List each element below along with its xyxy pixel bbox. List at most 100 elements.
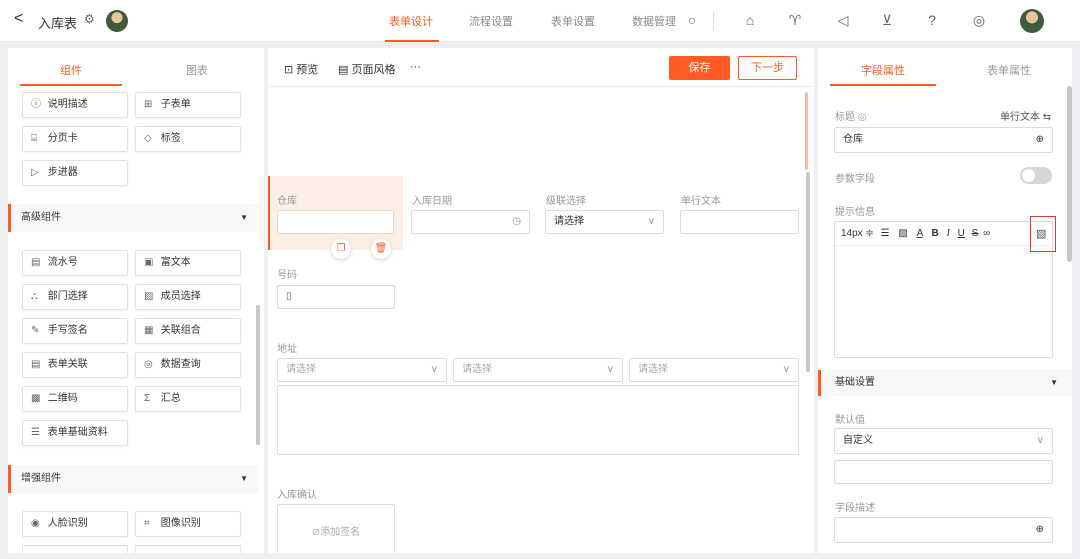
address-province-select[interactable]: 请选择 ∨ [277, 358, 447, 382]
cascade-value: 请选择 [554, 216, 584, 227]
section-title: 增强组件 [21, 473, 61, 484]
italic-icon[interactable]: I [947, 228, 950, 239]
save-button[interactable]: 保存 [669, 56, 730, 80]
comp-stepper[interactable]: ▷ 步进器 [22, 160, 128, 186]
comp-subform[interactable]: ⊞ 子表单 [135, 92, 241, 118]
comp-summary[interactable]: Σ 汇总 [135, 386, 241, 412]
richtext-icon: ▣ [144, 257, 154, 268]
comp-label: 数据查询 [160, 359, 201, 370]
copy-icon[interactable]: ❐ [331, 239, 351, 259]
tab-charts[interactable]: 图表 [174, 62, 220, 78]
text-input[interactable] [680, 210, 799, 234]
next-step-button[interactable]: 下一步 [738, 56, 797, 80]
tab-form-props[interactable]: 表单属性 [984, 62, 1034, 78]
tab-form-settings[interactable]: 表单设置 [551, 13, 595, 29]
field-desc-input[interactable]: ⊕ [834, 517, 1053, 543]
page-style-button[interactable]: ▤ 页面风格 [338, 61, 395, 77]
comp-basic-data[interactable]: ☰ 表单基础资料 [22, 420, 128, 446]
default-value-select[interactable]: 自定义 ∨ [834, 428, 1053, 454]
section-advanced[interactable]: 高级组件 ▼ [8, 204, 258, 232]
back-icon[interactable]: < [14, 10, 23, 28]
left-scrollbar[interactable] [256, 305, 260, 445]
title-input[interactable]: 仓库 ⊕ [834, 127, 1053, 153]
comp-richtext[interactable]: ▣ 富文本 [135, 250, 241, 276]
home-icon[interactable]: ⌂ [741, 11, 759, 29]
delete-icon[interactable]: 🗑 [371, 239, 391, 259]
canvas-toolbar-divider [268, 86, 814, 87]
org-icon: ⛬ [31, 291, 38, 302]
strike-icon[interactable]: S [972, 228, 979, 239]
section-title: 基础设置 [835, 377, 875, 388]
search-icon[interactable]: ○ [683, 11, 701, 29]
align-icon[interactable]: ☰ [881, 228, 890, 239]
globe-icon[interactable]: ⊕ [1036, 518, 1044, 542]
param-toggle[interactable] [1020, 167, 1052, 184]
right-scrollbar[interactable] [1067, 86, 1072, 262]
gear-icon[interactable]: ◎ [970, 11, 988, 29]
comp-member[interactable]: ▨ 成员选择 [135, 284, 241, 310]
avatar[interactable] [106, 10, 128, 32]
megaphone-icon[interactable]: ◁ [834, 11, 852, 29]
comp-label: 步进器 [47, 167, 78, 178]
title-label-text: 标题 [835, 112, 855, 123]
font-color-icon[interactable]: A [917, 228, 923, 239]
comp-qrcode[interactable]: ▩ 二维码 [22, 386, 128, 412]
underline-icon[interactable]: U [958, 228, 965, 239]
section-enhanced[interactable]: 增强组件 ▼ [8, 465, 258, 493]
comp-label: 说明描述 [47, 99, 88, 110]
address-city-select[interactable]: 请选择 ∨ [453, 358, 623, 382]
bold-icon[interactable]: B [932, 228, 939, 239]
add-signature-label: ⊘添加签名 [311, 527, 361, 538]
comp-image-recog[interactable]: ⌗ 图像识别 [135, 511, 241, 537]
comp-tag[interactable]: ◇ 标签 [135, 126, 241, 152]
tab-data-manage[interactable]: 数据管理 [632, 13, 676, 29]
globe-icon[interactable]: ⊕ [1036, 128, 1044, 152]
preview-button[interactable]: ⊡ 预览 [284, 61, 318, 77]
comp-description[interactable]: ⓘ 说明描述 [22, 92, 128, 118]
comp-data-query[interactable]: ◎ 数据查询 [135, 352, 241, 378]
link-icon[interactable]: ∞ [983, 228, 990, 239]
download-icon[interactable]: ⊻ [878, 11, 896, 29]
section-title: 高级组件 [21, 212, 61, 223]
address-detail-textarea[interactable] [277, 385, 799, 455]
code-input[interactable]: ▯ [277, 285, 395, 309]
date-input[interactable]: ◷ [411, 210, 530, 234]
comp-label: 成员选择 [160, 291, 201, 302]
qrcode-icon: ▩ [31, 393, 41, 404]
cascade-select[interactable]: 请选择 ∨ [545, 210, 664, 234]
comp-tabs[interactable]: ⌸ 分页卡 [22, 126, 128, 152]
shirt-icon[interactable]: ♈ [786, 11, 804, 29]
tab-form-design[interactable]: 表单设计 [389, 13, 433, 29]
tab-field-props[interactable]: 字段属性 [858, 62, 908, 78]
comp-face[interactable]: ◉ 人脸识别 [22, 511, 128, 537]
comp-signature[interactable]: ✎ 手写签名 [22, 318, 128, 344]
section-basic-settings[interactable]: 基础设置 ▼ [818, 370, 1072, 396]
signature-pad[interactable]: ⊘添加签名 [277, 504, 395, 553]
image-icon[interactable]: ▧ [1036, 227, 1046, 240]
comp-partial [22, 545, 128, 553]
comp-label: 部门选择 [47, 291, 88, 302]
tab-components[interactable]: 组件 [48, 62, 94, 78]
font-size-select[interactable]: 14px ≑ [841, 228, 874, 239]
tab-process[interactable]: 流程设置 [469, 13, 513, 29]
comp-partial [135, 545, 241, 553]
comp-form-link[interactable]: ▤ 表单关联 [22, 352, 128, 378]
settings-icon[interactable]: ⚙ [84, 12, 95, 26]
member-icon: ▨ [144, 291, 154, 302]
user-avatar[interactable] [1020, 9, 1044, 33]
default-value-input[interactable] [834, 460, 1053, 484]
comp-serial[interactable]: ▤ 流水号 [22, 250, 128, 276]
comp-dept[interactable]: ⛬ 部门选择 [22, 284, 128, 310]
comp-relation-group[interactable]: ▦ 关联组合 [135, 318, 241, 344]
comp-label: 二维码 [47, 393, 78, 404]
highlight-icon[interactable]: ▨ [898, 228, 907, 239]
field-label-code: 号码 [277, 270, 297, 281]
eye-icon[interactable]: ◎ [858, 112, 867, 123]
warehouse-input[interactable] [277, 210, 394, 234]
help-icon[interactable]: ? [923, 11, 941, 29]
caret-down-icon: ▼ [240, 213, 248, 222]
field-type-label[interactable]: 单行文本 ⇆ [1000, 108, 1051, 123]
more-button[interactable]: ··· [410, 61, 421, 73]
canvas-scrollbar[interactable] [806, 172, 810, 372]
address-district-select[interactable]: 请选择 ∨ [629, 358, 799, 382]
